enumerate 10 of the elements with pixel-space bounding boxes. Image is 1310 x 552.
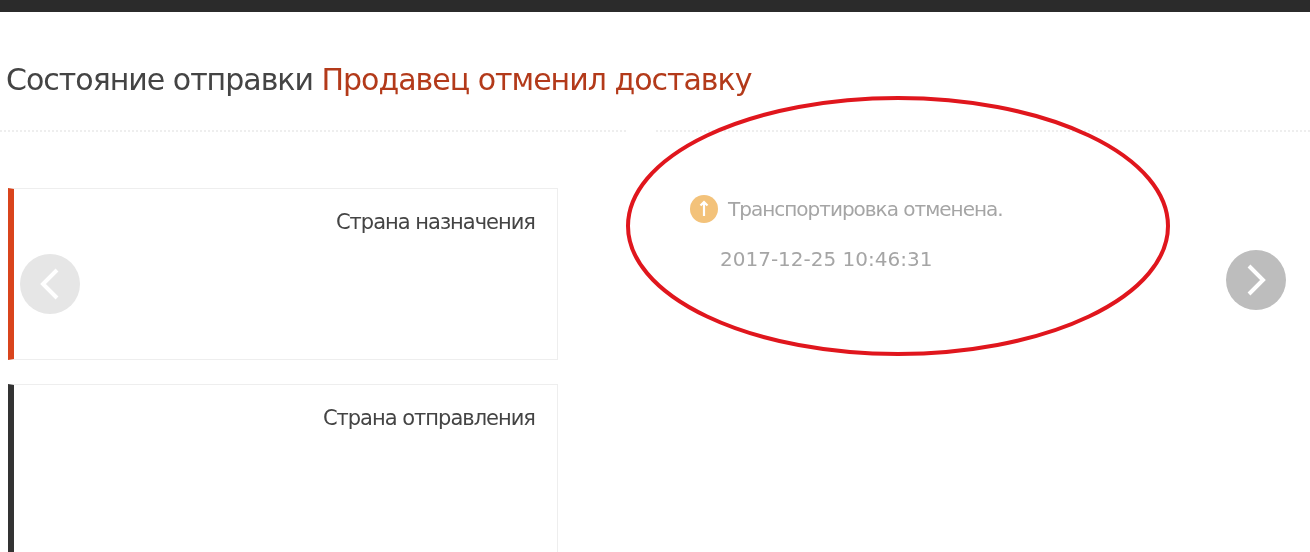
route-label: Страна отправления [322, 406, 535, 430]
status-value: Продавец отменил доставку [321, 62, 752, 97]
chevron-left-icon [39, 267, 61, 301]
alert-icon [690, 195, 718, 223]
chevron-right-icon [1245, 263, 1267, 297]
event-text: Транспортировка отменена. [728, 196, 1003, 223]
status-label: Состояние отправки [6, 62, 313, 97]
route-label: Страна назначения [335, 210, 535, 234]
event-time: 2017-12-25 10:46:31 [720, 246, 933, 273]
next-button[interactable] [1226, 250, 1286, 310]
